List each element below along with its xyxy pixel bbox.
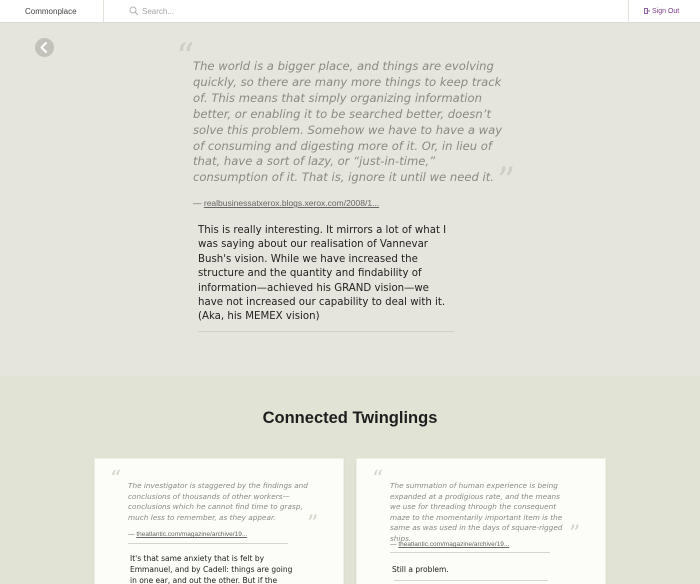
section-title: Connected Twinglings [262,409,438,427]
card-source-prefix: — [128,531,135,538]
brand-logo[interactable]: Commonplace [0,0,104,23]
sign-out-button[interactable]: Sign Out [628,0,700,23]
card-source-link[interactable]: theatlantic.com/magazine/archive/19... [398,541,509,548]
search-bar [104,0,628,23]
source-link[interactable]: realbusinessatxerox.blogs.xerox.com/2008… [204,198,379,208]
card-divider [394,580,548,581]
card-quote: The investigator is staggered by the fin… [128,481,308,522]
top-bar: Commonplace Sign Out [0,0,700,23]
close-quote-icon: ” [307,512,319,537]
close-quote-icon: ” [497,161,516,202]
open-quote-icon: “ [110,467,122,492]
card-quote: The summation of human experience is bei… [390,481,563,543]
main-quote: The world is a bigger place, and things … [193,59,503,185]
card-source-prefix: — [390,541,397,548]
card-source: — theatlantic.com/magazine/archive/19... [390,541,509,548]
back-arrow-icon [40,41,48,54]
twingling-card[interactable]: “ The investigator is staggered by the f… [94,458,344,584]
main-comment: This is really interesting. It mirrors a… [198,225,447,323]
card-divider [390,552,550,553]
twingling-card[interactable]: “ The summation of human experience is b… [356,458,606,584]
card-comment: It's that same anxiety that is felt by E… [130,554,293,584]
card-comment: Still a problem. [392,565,449,574]
search-input[interactable] [142,4,442,19]
sign-out-label: Sign Out [652,8,680,15]
close-quote-icon: ” [569,522,581,547]
quote-source: — realbusinessatxerox.blogs.xerox.com/20… [193,198,493,208]
open-quote-icon: “ [372,467,384,492]
card-divider [128,543,288,544]
card-source: — theatlantic.com/magazine/archive/19... [128,531,247,538]
back-button[interactable] [35,38,54,57]
card-source-link[interactable]: theatlantic.com/magazine/archive/19... [136,531,247,538]
open-quote-icon: “ [176,37,195,78]
comment-divider [198,331,454,332]
search-icon [129,6,139,16]
source-prefix: — [193,198,202,208]
signout-icon [644,8,650,14]
